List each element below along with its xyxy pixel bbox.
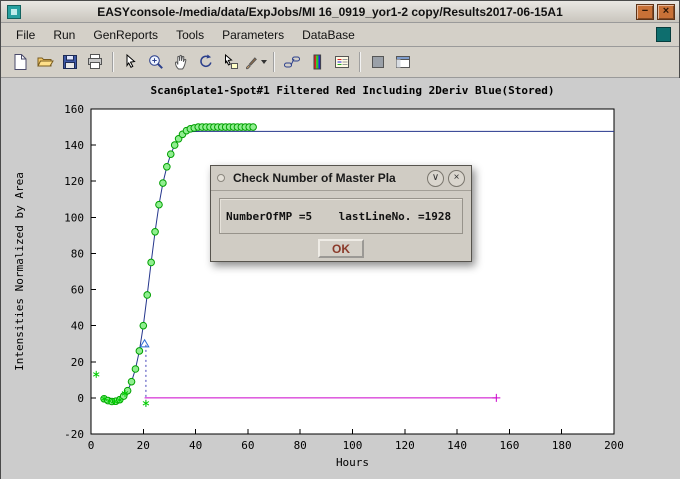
- menu-item-genreports[interactable]: GenReports: [84, 24, 167, 46]
- menu-item-run[interactable]: Run: [44, 24, 84, 46]
- dialog-dot-icon: [217, 174, 225, 182]
- svg-text:Scan6plate1-Spot#1 Filtered Re: Scan6plate1-Spot#1 Filtered Red Includin…: [151, 84, 555, 97]
- hand-pan-icon: [172, 53, 190, 71]
- legend-icon: [333, 53, 351, 71]
- svg-text:20: 20: [137, 439, 150, 452]
- svg-text:120: 120: [395, 439, 415, 452]
- brush-icon: [244, 53, 259, 71]
- menu-item-database[interactable]: DataBase: [293, 24, 364, 46]
- svg-text:Hours: Hours: [336, 456, 369, 469]
- dialog-message: NumberOfMP =5 lastLineNo. =1928: [226, 210, 451, 223]
- minimize-button[interactable]: −: [636, 4, 654, 20]
- hide-plot-tools-button[interactable]: [365, 50, 390, 75]
- dialog-titlebar[interactable]: Check Number of Master Pla ∨ ×: [211, 166, 471, 191]
- floppy-save-icon: [61, 53, 79, 71]
- svg-text:0: 0: [88, 439, 95, 452]
- svg-text:0: 0: [77, 392, 84, 405]
- window-title: EASYconsole-/media/data/ExpJobs/MI 16_09…: [27, 5, 633, 19]
- ok-button[interactable]: OK: [318, 239, 364, 258]
- open-folder-icon: [36, 53, 54, 71]
- link-chain-icon: [283, 53, 301, 71]
- open-file-button[interactable]: [32, 50, 57, 75]
- print-figure-button[interactable]: [82, 50, 107, 75]
- figure-toolbar: [1, 47, 679, 78]
- insert-colorbar-button[interactable]: [304, 50, 329, 75]
- new-document-icon: [11, 53, 29, 71]
- svg-text:40: 40: [189, 439, 202, 452]
- menu-item-tools[interactable]: Tools: [167, 24, 213, 46]
- toolbar-separator: [273, 52, 274, 72]
- menubar: File Run GenReports Tools Parameters Dat…: [1, 23, 679, 47]
- svg-text:60: 60: [241, 439, 254, 452]
- svg-text:Intensities Normalized by Area: Intensities Normalized by Area: [13, 172, 26, 371]
- figure-area: 0 20 40 60 80 100 120 140 160 180 200 -20 0 20 40 60 80 1…: [1, 78, 680, 479]
- app-icon: [7, 5, 21, 19]
- svg-text:180: 180: [552, 439, 572, 452]
- svg-text:160: 160: [499, 439, 519, 452]
- svg-text:160: 160: [64, 103, 84, 116]
- svg-text:-20: -20: [64, 428, 84, 441]
- svg-text:80: 80: [294, 439, 307, 452]
- close-button[interactable]: ×: [657, 4, 675, 20]
- app-window: EASYconsole-/media/data/ExpJobs/MI 16_09…: [0, 0, 680, 479]
- toolbar-separator: [112, 52, 113, 72]
- brush-data-button[interactable]: [243, 50, 268, 75]
- svg-text:200: 200: [604, 439, 624, 452]
- svg-text:120: 120: [64, 175, 84, 188]
- svg-text:140: 140: [64, 139, 84, 152]
- dialog-body: NumberOfMP =5 lastLineNo. =1928 OK: [211, 191, 471, 258]
- hide-plot-tools-icon: [369, 53, 387, 71]
- rotate-arrow-icon: [197, 53, 215, 71]
- new-figure-button[interactable]: [7, 50, 32, 75]
- menubar-app-icon: [656, 27, 671, 42]
- dialog-message-panel: NumberOfMP =5 lastLineNo. =1928: [219, 198, 463, 234]
- pan-button[interactable]: [168, 50, 193, 75]
- window-titlebar[interactable]: EASYconsole-/media/data/ExpJobs/MI 16_09…: [1, 1, 679, 23]
- dialog-title: Check Number of Master Pla: [233, 171, 423, 185]
- pointer-arrow-icon: [122, 53, 140, 71]
- show-plot-tools-icon: [394, 53, 412, 71]
- printer-icon: [86, 53, 104, 71]
- edit-plot-button[interactable]: [118, 50, 143, 75]
- zoom-in-button[interactable]: [143, 50, 168, 75]
- svg-text:100: 100: [64, 211, 84, 224]
- menu-item-file[interactable]: File: [7, 24, 44, 46]
- svg-text:80: 80: [71, 247, 84, 260]
- zoom-in-icon: [147, 53, 165, 71]
- svg-text:40: 40: [71, 320, 84, 333]
- chart-canvas[interactable]: 0 20 40 60 80 100 120 140 160 180 200 -20 0 20 40 60 80 1…: [1, 78, 680, 479]
- brush-dropdown-icon[interactable]: [261, 60, 267, 64]
- svg-text:140: 140: [447, 439, 467, 452]
- insert-legend-button[interactable]: [329, 50, 354, 75]
- svg-text:20: 20: [71, 356, 84, 369]
- check-number-dialog: Check Number of Master Pla ∨ × NumberOfM…: [210, 165, 472, 262]
- data-cursor-button[interactable]: [218, 50, 243, 75]
- save-figure-button[interactable]: [57, 50, 82, 75]
- svg-text:100: 100: [343, 439, 363, 452]
- show-plot-tools-button[interactable]: [390, 50, 415, 75]
- rotate-3d-button[interactable]: [193, 50, 218, 75]
- dialog-collapse-button[interactable]: ∨: [427, 170, 444, 187]
- toolbar-separator: [359, 52, 360, 72]
- data-cursor-icon: [222, 53, 240, 71]
- colorbar-icon: [308, 53, 326, 71]
- svg-text:60: 60: [71, 284, 84, 297]
- link-plot-button[interactable]: [279, 50, 304, 75]
- menu-item-parameters[interactable]: Parameters: [213, 24, 293, 46]
- dialog-close-button[interactable]: ×: [448, 170, 465, 187]
